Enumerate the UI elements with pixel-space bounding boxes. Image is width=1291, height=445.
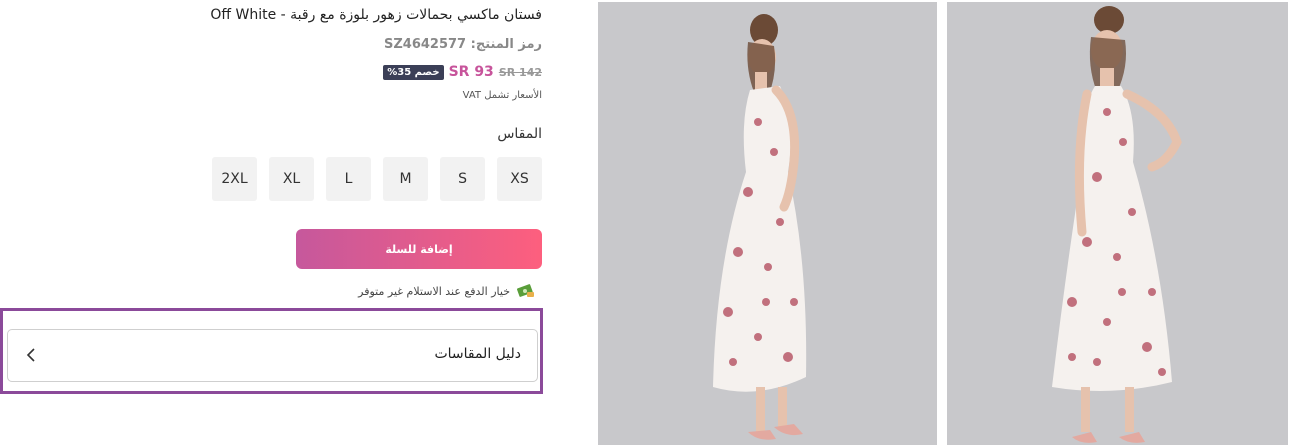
cash-icon [516, 284, 534, 297]
size-options: XS S M L XL 2XL [212, 157, 542, 201]
discount-badge: خصم 35% [383, 64, 444, 80]
chevron-left-icon [26, 348, 35, 362]
size-guide-button[interactable]: دليل المقاسات [7, 329, 538, 382]
new-price: SR 93 [448, 64, 494, 80]
size-guide-highlight: دليل المقاسات [0, 308, 543, 394]
product-image-side-graphic [598, 2, 937, 445]
size-guide-label: دليل المقاسات [434, 346, 521, 362]
vat-note: الأسعار تشمل VAT [462, 90, 542, 101]
cod-note-text: خيار الدفع عند الاستلام غير متوفر [358, 284, 510, 298]
size-option-xs[interactable]: XS [497, 157, 542, 201]
size-option-xl[interactable]: XL [269, 157, 314, 201]
size-option-2xl[interactable]: 2XL [212, 157, 257, 201]
product-sku: رمز المنتج: SZ4642577 [383, 37, 542, 52]
product-image-front-graphic [947, 2, 1288, 445]
price-row: SR 142 SR 93 خصم 35% [383, 64, 542, 80]
cod-note: خيار الدفع عند الاستلام غير متوفر [358, 283, 536, 299]
product-image-front[interactable] [947, 2, 1288, 445]
product-title: فستان ماكسي بحمالات زهور بلوزة مع رقبة -… [210, 7, 542, 23]
old-price: SR 142 [498, 65, 542, 79]
product-image-side[interactable] [598, 2, 937, 445]
size-option-s[interactable]: S [440, 157, 485, 201]
size-label: المقاس [497, 126, 542, 142]
size-option-m[interactable]: M [383, 157, 428, 201]
size-option-l[interactable]: L [326, 157, 371, 201]
add-to-cart-button[interactable]: إضافة للسلة [296, 229, 542, 269]
